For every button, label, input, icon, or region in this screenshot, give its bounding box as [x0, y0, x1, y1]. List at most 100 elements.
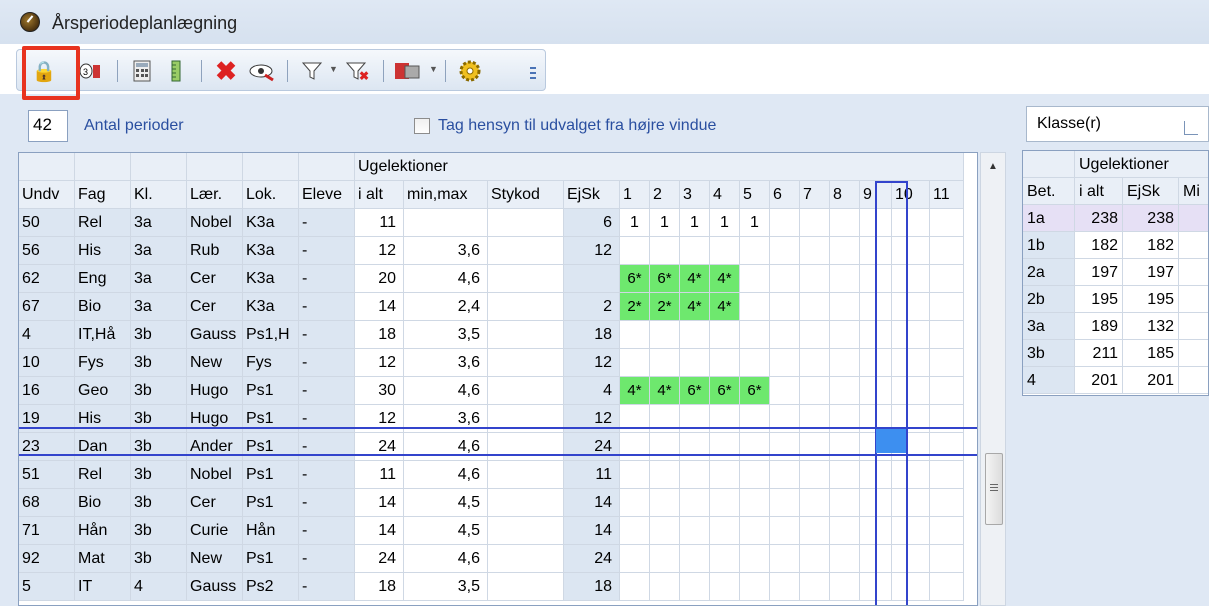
period-cell[interactable]	[800, 545, 830, 573]
period-cell[interactable]: 4*	[680, 265, 710, 293]
grid-cell-minmax[interactable]: 3,5	[404, 573, 488, 601]
column-header[interactable]: 10	[892, 181, 930, 209]
period-cell[interactable]	[830, 293, 860, 321]
period-cell[interactable]	[930, 461, 964, 489]
grid-cell-lok[interactable]: K3a	[243, 237, 299, 265]
grid-cell-stykod[interactable]	[488, 405, 564, 433]
period-cell[interactable]	[770, 321, 800, 349]
period-cell[interactable]: 6*	[650, 265, 680, 293]
grid-cell-undv[interactable]: 19	[19, 405, 75, 433]
class-total-cell[interactable]: 201	[1075, 367, 1123, 394]
period-cell[interactable]	[710, 237, 740, 265]
period-cell[interactable]	[892, 321, 930, 349]
grid-cell-lok[interactable]: Ps1	[243, 433, 299, 461]
period-cell[interactable]	[740, 405, 770, 433]
period-cell[interactable]	[800, 573, 830, 601]
period-cell[interactable]	[710, 573, 740, 601]
class-ejsk-cell[interactable]: 201	[1123, 367, 1179, 394]
class-ejsk-cell[interactable]: 185	[1123, 340, 1179, 367]
grid-cell-kl[interactable]: 3b	[131, 489, 187, 517]
period-cell[interactable]	[740, 293, 770, 321]
column-header[interactable]: Eleve	[299, 181, 355, 209]
period-cell[interactable]	[800, 237, 830, 265]
column-header[interactable]: 2	[650, 181, 680, 209]
period-cell[interactable]: 6*	[620, 265, 650, 293]
grid-cell-elev[interactable]: -	[299, 405, 355, 433]
period-cell[interactable]	[930, 237, 964, 265]
grid-cell-minmax[interactable]: 4,5	[404, 489, 488, 517]
period-cell[interactable]: 4*	[680, 293, 710, 321]
period-cell[interactable]	[800, 517, 830, 545]
grid-cell-stykod[interactable]	[488, 545, 564, 573]
grid-cell-minmax[interactable]: 4,6	[404, 433, 488, 461]
periods-count-input[interactable]: 42	[28, 110, 68, 142]
period-cell[interactable]	[800, 461, 830, 489]
grid-cell-elev[interactable]: -	[299, 209, 355, 237]
column-header[interactable]: 8	[830, 181, 860, 209]
grid-cell-ejsk[interactable]: 18	[564, 321, 620, 349]
consider-selection-checkbox[interactable]	[414, 118, 430, 134]
grid-cell-undv[interactable]: 50	[19, 209, 75, 237]
grid-cell-fag[interactable]: Hån	[75, 517, 131, 545]
grid-cell-kl[interactable]: 3b	[131, 545, 187, 573]
grid-cell-ialt[interactable]: 14	[355, 293, 404, 321]
period-cell[interactable]	[680, 321, 710, 349]
grid-cell-kl[interactable]: 3a	[131, 265, 187, 293]
grid-cell-ejsk[interactable]: 18	[564, 573, 620, 601]
period-cell[interactable]	[740, 573, 770, 601]
grid-cell-laer[interactable]: Cer	[187, 293, 243, 321]
grid-cell-ialt[interactable]: 11	[355, 461, 404, 489]
grid-cell-ialt[interactable]: 18	[355, 573, 404, 601]
clear-filter-icon[interactable]: ✖	[343, 56, 373, 86]
period-cell[interactable]	[930, 517, 964, 545]
grid-cell-fag[interactable]: Dan	[75, 433, 131, 461]
period-cell[interactable]	[892, 237, 930, 265]
period-cell[interactable]	[930, 209, 964, 237]
period-cell[interactable]	[710, 349, 740, 377]
right-column-header[interactable]: i alt	[1075, 178, 1123, 205]
period-cell[interactable]	[680, 433, 710, 461]
grid-cell-stykod[interactable]	[488, 433, 564, 461]
period-cell[interactable]: 4*	[710, 293, 740, 321]
period-cell[interactable]: 1	[740, 209, 770, 237]
grid-cell-minmax[interactable]: 2,4	[404, 293, 488, 321]
period-cell[interactable]	[710, 545, 740, 573]
column-header[interactable]: Lok.	[243, 181, 299, 209]
class-ejsk-cell[interactable]: 182	[1123, 232, 1179, 259]
period-cell[interactable]: 4*	[620, 377, 650, 405]
column-header[interactable]: 11	[930, 181, 964, 209]
class-extra-cell[interactable]	[1179, 232, 1208, 259]
period-cell[interactable]	[830, 377, 860, 405]
grid-cell-minmax[interactable]: 4,6	[404, 377, 488, 405]
period-cell[interactable]	[710, 489, 740, 517]
grid-cell-elev[interactable]: -	[299, 517, 355, 545]
grid-cell-laer[interactable]: Cer	[187, 265, 243, 293]
grid-cell-minmax[interactable]: 4,6	[404, 461, 488, 489]
class-name-cell[interactable]: 4	[1023, 367, 1075, 394]
grid-cell-kl[interactable]: 3a	[131, 209, 187, 237]
period-cell[interactable]	[830, 405, 860, 433]
column-header[interactable]: EjSk	[564, 181, 620, 209]
group-header-blank[interactable]	[19, 153, 75, 181]
period-cell[interactable]	[650, 321, 680, 349]
grid-cell-kl[interactable]: 3b	[131, 405, 187, 433]
grid-cell-fag[interactable]: Eng	[75, 265, 131, 293]
grid-cell-ialt[interactable]: 14	[355, 517, 404, 545]
class-extra-cell[interactable]	[1179, 259, 1208, 286]
column-header[interactable]: 9	[860, 181, 892, 209]
class-ejsk-cell[interactable]: 238	[1123, 205, 1179, 232]
period-cell[interactable]	[830, 545, 860, 573]
grid-cell-stykod[interactable]	[488, 517, 564, 545]
period-cell[interactable]	[860, 545, 892, 573]
grid-cell-undv[interactable]: 16	[19, 377, 75, 405]
period-cell[interactable]	[710, 517, 740, 545]
grid-cell-ejsk[interactable]: 4	[564, 377, 620, 405]
grid-cell-lok[interactable]: Ps1	[243, 545, 299, 573]
grid-cell-stykod[interactable]	[488, 573, 564, 601]
period-cell[interactable]	[740, 321, 770, 349]
grid-cell-undv[interactable]: 23	[19, 433, 75, 461]
period-cell[interactable]	[650, 433, 680, 461]
grid-cell-ialt[interactable]: 14	[355, 489, 404, 517]
grid-cell-lok[interactable]: Ps1	[243, 405, 299, 433]
grid-cell-ialt[interactable]: 24	[355, 433, 404, 461]
